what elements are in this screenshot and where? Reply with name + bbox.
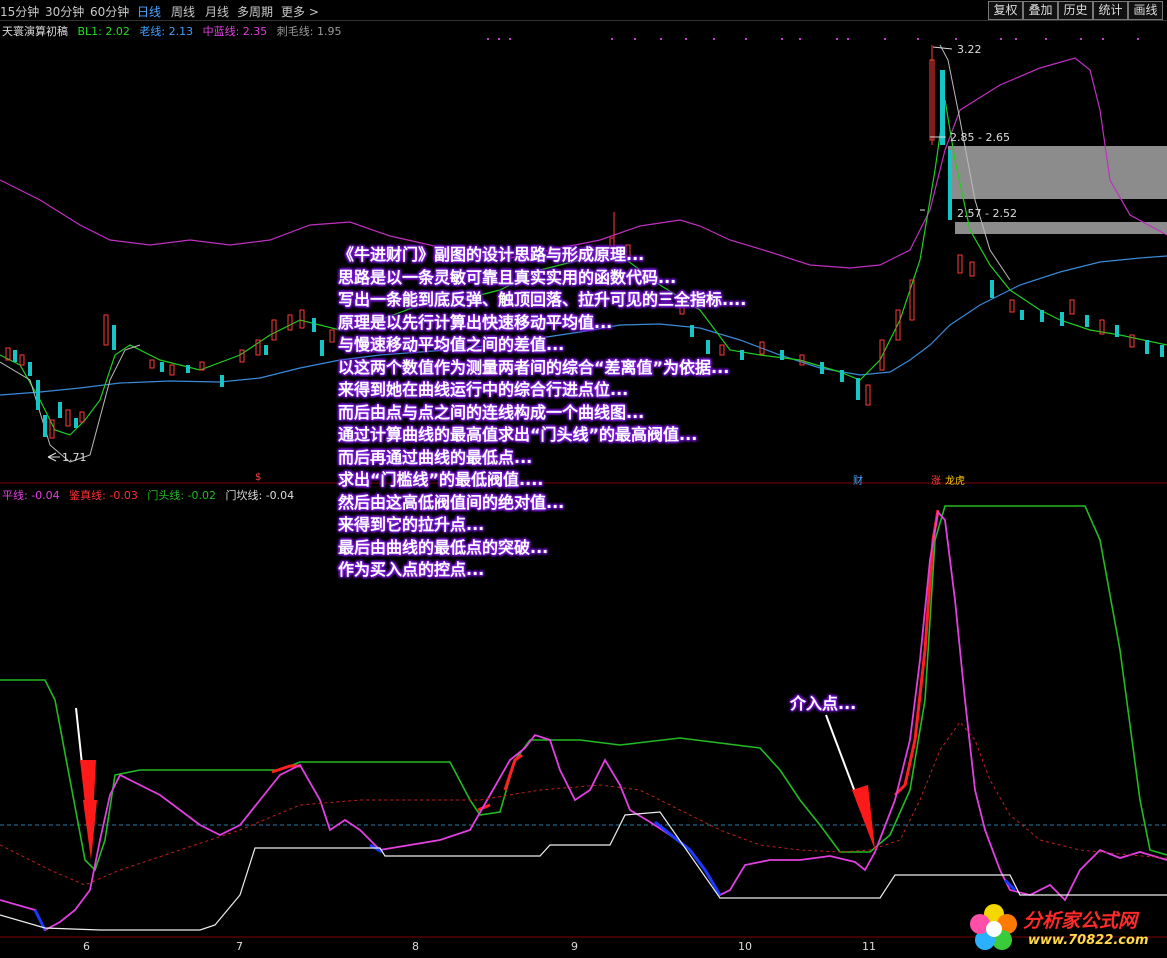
- overlay-line: 与慢速移动平均值之间的差值...: [338, 335, 565, 354]
- price-low-label: 1.71: [62, 451, 87, 464]
- watermark-logo: 分析家公式网 www.70822.com: [968, 902, 1163, 956]
- event-badge-dragon-tiger[interactable]: 龙虎: [944, 472, 966, 487]
- flower-icon: [970, 904, 1017, 950]
- resistance-zone-upper: [948, 146, 1167, 199]
- overlay-line: 来得到它的拉升点...: [338, 515, 485, 534]
- overlay-line: 而后由点与点之间的连线构成一个曲线图...: [338, 402, 645, 422]
- x-tick: 11: [862, 940, 876, 953]
- event-badge-finance[interactable]: 财: [852, 472, 864, 487]
- legend-flat-line: 平线: -0.04: [2, 489, 60, 502]
- event-badge-dollar[interactable]: $: [254, 472, 262, 483]
- entry-point-callout: 介入点...: [790, 694, 857, 713]
- overlay-line: 思路是以一条灵敏可靠且真实实用的函数代码...: [338, 267, 677, 287]
- price-high-label: 3.22: [957, 43, 982, 56]
- overlay-line: 来得到她在曲线运行中的综合行进点位...: [338, 380, 629, 399]
- overlay-line: 原理是以先行计算出快速移动平均值...: [338, 312, 613, 332]
- legend-door-head-line: 门头线: -0.02: [147, 489, 217, 502]
- buy-arrow-right: [825, 714, 875, 850]
- overlay-line: 写出一条能到底反弹、触顶回落、拉升可见的三全指标....: [338, 290, 747, 309]
- overlay-line: 求出“门槛线”的最低阀值....: [338, 470, 544, 489]
- price-zone2-label: 2.57 - 2.52: [957, 207, 1017, 220]
- explanation-overlay: 《牛进财门》副图的设计思路与形成原理... 思路是以一条灵敏可靠且真实实用的函数…: [338, 244, 746, 582]
- watermark-url: www.70822.com: [1028, 933, 1149, 948]
- overlay-line: 而后再通过曲线的最低点...: [338, 447, 533, 467]
- overlay-line: 以这两个数值作为测量两者间的综合“差离值”为依据...: [338, 357, 730, 377]
- x-tick: 10: [738, 940, 752, 953]
- resistance-zone-lower: [955, 222, 1167, 234]
- x-tick: 9: [571, 940, 578, 953]
- price-zone1-label: 2.85 - 2.65: [950, 131, 1010, 144]
- overlay-line: 然后由这高低阀值间的绝对值...: [338, 492, 565, 512]
- overlay-line: 作为买入点的控点...: [338, 560, 485, 579]
- top-markers: [487, 38, 1139, 40]
- legend-threshold-line: 门坎线: -0.04: [225, 489, 295, 502]
- overlay-line: 通过计算曲线的最高值求出“门头线”的最高阀值...: [338, 425, 698, 444]
- overlay-line: 最后由曲线的最低点的突破...: [338, 537, 549, 557]
- overlay-line: 《牛进财门》副图的设计思路与形成原理...: [338, 245, 645, 264]
- watermark-name: 分析家公式网: [1023, 910, 1138, 932]
- ma-dashed-line: [0, 721, 1167, 886]
- x-tick: 7: [236, 940, 243, 953]
- x-tick: 8: [412, 940, 419, 953]
- event-badge-rise[interactable]: 涨: [930, 472, 942, 487]
- buy-arrow-left: [75, 707, 97, 860]
- x-tick: 6: [83, 940, 90, 953]
- sub-chart-legend: 平线: -0.04 鉴真线: -0.03 门头线: -0.02 门坎线: -0.…: [2, 487, 300, 503]
- legend-authentic-line: 鉴真线: -0.03: [69, 489, 138, 502]
